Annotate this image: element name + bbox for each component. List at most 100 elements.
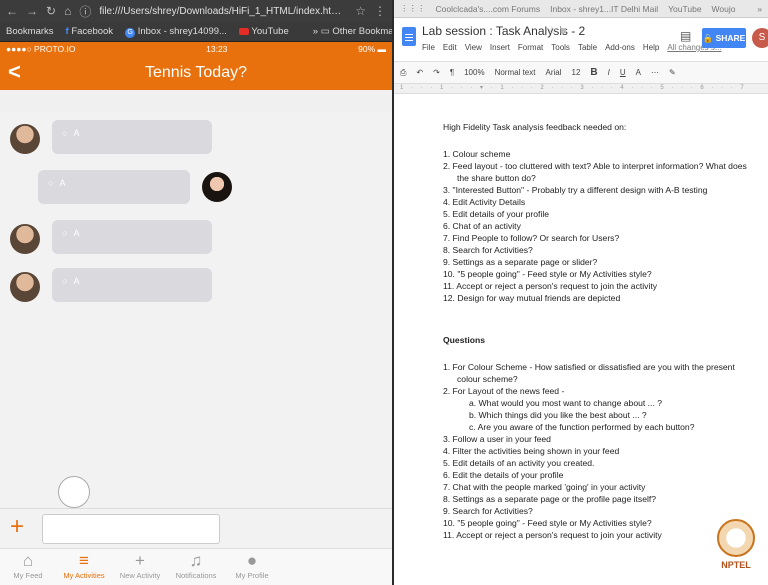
questions-list: 1. For Colour Scheme - How satisfied or …	[443, 361, 753, 541]
tab-my-profile[interactable]: ● My Profile	[224, 549, 280, 585]
tab-my-feed[interactable]: ⌂ My Feed	[0, 549, 56, 585]
list-item: 2. Feed layout - too cluttered with text…	[443, 161, 747, 183]
address-bar[interactable]: ← → ↻ ⌂ ⓘ file:///Users/shrey/Downloads/…	[0, 0, 392, 22]
zoom-select[interactable]: 100%	[464, 68, 484, 77]
bookmark-forums[interactable]: Coolclcada's....com Forums	[436, 4, 541, 14]
list-item: 8. Search for Activities?	[443, 245, 533, 255]
question-item: 10. "5 people going" - Feed style or My …	[443, 518, 652, 528]
image-placeholder-icon: ○ A	[48, 178, 68, 188]
share-button[interactable]: 🔒 SHARE	[702, 28, 746, 48]
list-item: 10. "5 people going" - Feed style or My …	[443, 269, 652, 279]
back-chevron-icon[interactable]: <	[8, 59, 21, 85]
redo-icon[interactable]: ↷	[433, 68, 440, 77]
chat-area[interactable]: ○ A ○ A ○ A ○ A	[0, 112, 392, 508]
bookmark-inbox-iit[interactable]: Inbox - shrey1...IT Delhi Mail	[550, 4, 658, 14]
plus-icon: +	[135, 551, 145, 570]
home-icon[interactable]: ⌂	[64, 4, 71, 18]
question-subitem: b. Which things did you like the best ab…	[469, 410, 647, 420]
print-icon[interactable]: ⎙	[400, 68, 406, 78]
italic-icon[interactable]: I	[608, 68, 610, 77]
question-subitem: c. Are you aware of the function perform…	[469, 422, 695, 432]
message-input[interactable]	[42, 514, 220, 544]
paint-format-icon[interactable]: ¶	[450, 68, 454, 77]
bookmark-facebook[interactable]: f Facebook	[66, 26, 114, 37]
menu-file[interactable]: File	[422, 43, 435, 52]
tab-my-activities[interactable]: ≡ My Activities	[56, 549, 112, 585]
question-item: 5. Edit details of an activity you creat…	[443, 458, 595, 468]
reload-icon[interactable]: ↻	[46, 4, 56, 18]
list-icon: ≡	[79, 551, 89, 570]
bookmark-label: Inbox - shrey14099...	[137, 25, 227, 37]
document-page[interactable]: High Fidelity Task analysis feedback nee…	[394, 95, 768, 585]
bookmarks-bar: Bookmarks f Facebook G Inbox - shrey1409…	[0, 22, 392, 42]
add-attachment-icon[interactable]: +	[10, 513, 24, 541]
list-item: 1. Colour scheme	[443, 149, 511, 159]
size-select[interactable]: 12	[572, 68, 581, 77]
menu-format[interactable]: Format	[518, 43, 543, 52]
bookmark-inbox[interactable]: G Inbox - shrey14099...	[125, 26, 227, 38]
user-avatar[interactable]: S	[752, 28, 768, 48]
screen: ← → ↻ ⌂ ⓘ file:///Users/shrey/Downloads/…	[0, 0, 768, 585]
avatar[interactable]	[10, 272, 40, 302]
document-heading: High Fidelity Task analysis feedback nee…	[443, 122, 627, 132]
formatting-toolbar: ⎙ ↶ ↷ ¶ 100% Normal text Arial 12 B I U …	[394, 62, 768, 84]
underline-icon[interactable]: U	[620, 68, 626, 77]
star-icon[interactable]: ☆ ■	[547, 24, 567, 37]
edit-mode-icon[interactable]: ✎	[669, 68, 676, 77]
chat-bubble: ○ A	[52, 220, 212, 254]
bookmark-youtube[interactable]: YouTube	[238, 26, 289, 37]
bookmark-woujo[interactable]: Woujo	[712, 4, 736, 14]
question-item: 8. Settings as a separate page or the pr…	[443, 494, 657, 504]
carrier: ●●●●○ PROTO.IO	[6, 44, 76, 54]
kebab-menu-icon[interactable]: ⋮	[374, 4, 386, 18]
touch-indicator	[58, 476, 90, 508]
tab-notifications[interactable]: ♫ Notifications	[168, 549, 224, 585]
bookmark-youtube[interactable]: YouTube	[668, 4, 701, 14]
menu-view[interactable]: View	[465, 43, 482, 52]
facebook-icon: f	[65, 26, 69, 37]
tab-bar: ⌂ My Feed ≡ My Activities + New Activity ♫ N…	[0, 548, 392, 585]
ruler[interactable]: 1 · · · 1 · · · ▾ · 1 · · · 2 · · · 3 · …	[394, 84, 768, 94]
back-arrow-icon[interactable]: ←	[6, 4, 18, 18]
tab-new-activity[interactable]: + New Activity	[112, 549, 168, 585]
undo-icon[interactable]: ↶	[416, 68, 423, 77]
list-item: 12. Design for way mutual friends are de…	[443, 293, 621, 303]
menu-edit[interactable]: Edit	[443, 43, 457, 52]
tab-label: New Activity	[119, 571, 161, 580]
question-subitem: a. What would you most want to change ab…	[469, 398, 662, 408]
forward-arrow-icon[interactable]: →	[26, 4, 38, 18]
text-color-icon[interactable]: A	[636, 68, 641, 77]
url-text[interactable]: file:///Users/shrey/Downloads/HiFi_1_HTM…	[99, 6, 347, 17]
font-select[interactable]: Arial	[545, 68, 561, 77]
bookmarks-bar-right: ⋮⋮⋮ Coolclcada's....com Forums Inbox - s…	[394, 0, 768, 18]
star-icon[interactable]: ☆	[355, 4, 366, 18]
question-item: 11. Accept or reject a person's request …	[443, 530, 662, 540]
menu-addons[interactable]: Add-ons	[605, 43, 635, 52]
more-icon[interactable]: ⋯	[651, 68, 659, 77]
more-bookmarks-icon[interactable]: »	[757, 4, 762, 14]
comments-icon[interactable]: ▤	[680, 29, 691, 43]
question-item: 2. For Layout of the news feed -	[443, 386, 565, 396]
bold-icon[interactable]: B	[590, 67, 597, 78]
menu-tools[interactable]: Tools	[551, 43, 570, 52]
bookmark-bookmarks[interactable]: Bookmarks	[6, 26, 54, 37]
image-placeholder-icon: ○ A	[62, 276, 82, 286]
menu-help[interactable]: Help	[643, 43, 659, 52]
page-title: Tennis Today?	[145, 64, 247, 81]
list-item: 4. Edit Activity Details	[443, 197, 526, 207]
style-select[interactable]: Normal text	[495, 68, 536, 77]
tab-label: Notifications	[175, 571, 217, 580]
tab-label: My Profile	[235, 571, 269, 580]
tab-label: My Activities	[63, 571, 105, 580]
apps-icon[interactable]: ⋮⋮⋮	[400, 3, 426, 14]
menu-table[interactable]: Table	[578, 43, 597, 52]
google-docs-icon[interactable]	[402, 27, 416, 46]
avatar[interactable]	[10, 124, 40, 154]
avatar-self[interactable]	[202, 172, 232, 202]
other-bookmarks[interactable]: » ▭ Other Bookmarks	[313, 26, 392, 37]
nptel-label: NPTEL	[721, 560, 751, 570]
avatar[interactable]	[10, 224, 40, 254]
menu-insert[interactable]: Insert	[490, 43, 510, 52]
question-item: 6. Edit the details of your profile	[443, 470, 564, 480]
phone-time: 13:23	[206, 44, 228, 54]
